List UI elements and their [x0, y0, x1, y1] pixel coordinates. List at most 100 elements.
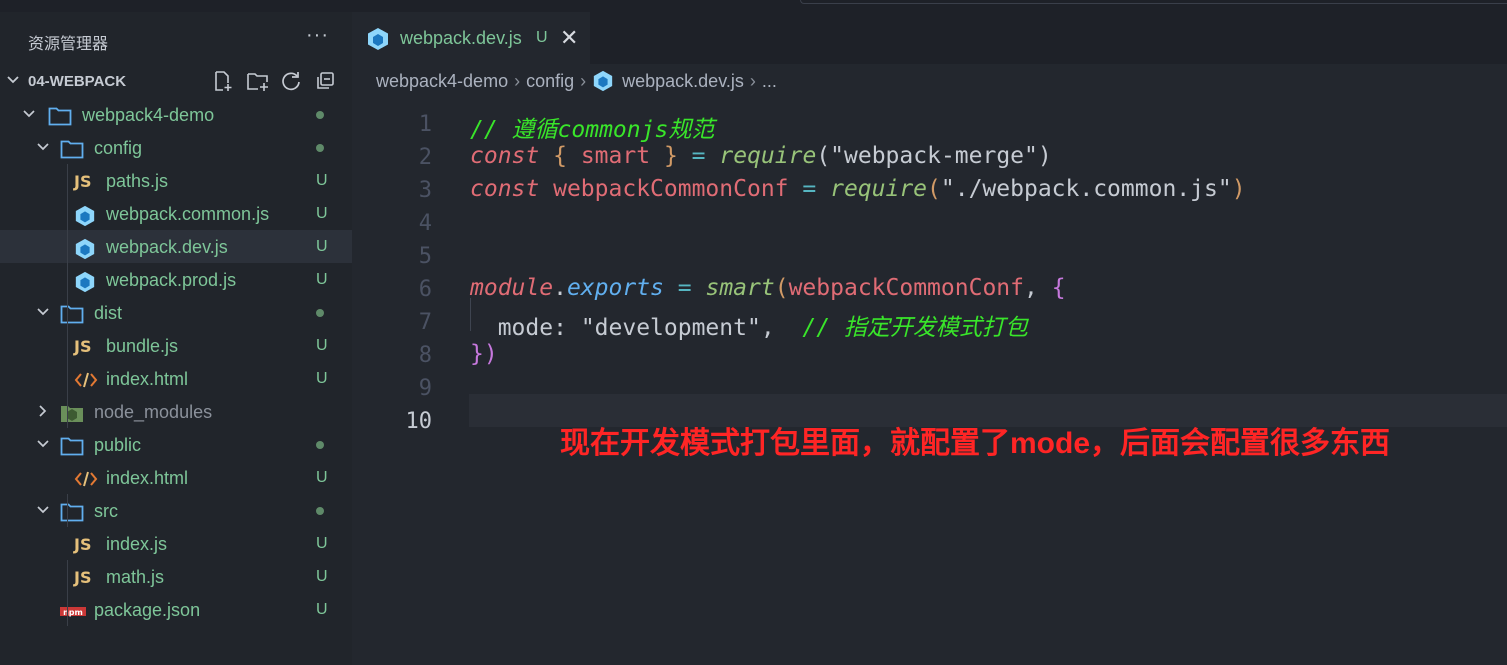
chevron-right-icon: ›: [514, 70, 521, 91]
code-argument: webpackCommonConf: [788, 275, 1024, 301]
chevron-down-icon[interactable]: [36, 140, 50, 154]
breadcrumb-folder[interactable]: config: [526, 71, 574, 92]
chevron-right-icon: ›: [580, 70, 587, 91]
editor-area: webpack.dev.js U ✕ webpack4-demo › config ›…: [352, 12, 1507, 665]
title-strip: [0, 0, 1507, 12]
indent-guide: [67, 362, 68, 428]
code-operator: =: [677, 275, 692, 301]
git-status-badge: U: [316, 238, 328, 255]
git-status-badge: U: [316, 337, 328, 354]
line-number: 9: [418, 376, 432, 401]
tree-item-label: node_modules: [94, 402, 213, 422]
code-line-3: const webpackCommonConf = require("./web…: [470, 176, 1246, 202]
code-line-2: const { smart } = require("webpack-merge…: [470, 143, 1052, 169]
code-variable: smart: [580, 143, 651, 169]
breadcrumb-file[interactable]: webpack.dev.js: [592, 70, 744, 92]
code-string: "webpack-merge": [830, 143, 1038, 169]
tree-folder[interactable]: src: [0, 494, 352, 527]
tree-item-label: config: [94, 138, 143, 158]
code-function: require: [719, 143, 817, 169]
tab-status: U: [536, 29, 548, 46]
breadcrumb: webpack4-demo › config › webpack.dev.js ›...: [376, 70, 777, 92]
file-tree: webpack4-demo config JS paths.js Uwebpack.co…: [0, 98, 352, 626]
folder-icon: [60, 139, 84, 159]
folder-icon: [60, 502, 84, 522]
tree-file[interactable]: JS bundle.js U: [0, 329, 352, 362]
tree-folder[interactable]: config: [0, 131, 352, 164]
code-object: module: [470, 275, 554, 301]
tree-file[interactable]: npm package.json U: [0, 593, 352, 626]
line-number-current: 10: [405, 409, 433, 434]
line-number: 8: [418, 343, 432, 368]
breadcrumb-root[interactable]: webpack4-demo: [376, 71, 508, 92]
refresh-icon[interactable]: [280, 70, 302, 92]
tree-folder[interactable]: node_modules: [0, 395, 352, 428]
folder-icon: [48, 106, 72, 126]
new-file-icon[interactable]: [212, 70, 234, 92]
command-center-edge: [800, 0, 1507, 4]
chevron-down-icon[interactable]: [36, 437, 50, 451]
javascript-icon: JS: [74, 172, 92, 191]
tree-folder[interactable]: dist: [0, 296, 352, 329]
modified-dot: [316, 144, 324, 152]
new-folder-icon[interactable]: [246, 70, 268, 92]
code-dot: .: [553, 275, 567, 301]
modified-dot: [316, 309, 324, 317]
modified-dot: [316, 441, 324, 449]
chevron-down-icon[interactable]: [22, 107, 36, 121]
tree-item-label: index.html: [106, 369, 189, 389]
annotation-text: 现在开发模式打包里面，就配置了mode，后面会配置很多东西: [560, 427, 1391, 460]
collapse-all-icon[interactable]: [314, 70, 336, 92]
tree-file[interactable]: JS index.js U: [0, 527, 352, 560]
javascript-icon: JS: [74, 337, 92, 356]
code-brace: {: [1051, 275, 1066, 301]
line-number: 4: [418, 211, 432, 236]
chevron-down-icon[interactable]: [36, 305, 50, 319]
project-section-header[interactable]: 04-WEBPACK: [0, 66, 352, 96]
code-line-8: }): [470, 341, 498, 367]
chevron-right-icon[interactable]: [36, 404, 50, 418]
code-brace: }): [470, 341, 498, 367]
code-variable: webpackCommonConf: [553, 176, 789, 202]
tab-webpack-dev-js[interactable]: webpack.dev.js U ✕: [352, 12, 590, 65]
explorer-title: 资源管理器: [28, 36, 109, 53]
more-actions-icon[interactable]: ···: [306, 24, 329, 47]
chevron-right-icon: ›: [749, 70, 756, 91]
line-number: 6: [418, 277, 432, 302]
project-name: 04-WEBPACK: [28, 73, 127, 90]
code-colon: :: [553, 315, 567, 341]
tree-file[interactable]: JS math.js U: [0, 560, 352, 593]
webpack-icon: [74, 271, 96, 293]
tree-file[interactable]: index.html U: [0, 362, 352, 395]
git-status-badge: U: [316, 205, 328, 222]
tree-item-label: webpack.common.js: [106, 204, 270, 224]
tab-bar: webpack.dev.js U ✕: [352, 12, 1507, 65]
git-status-badge: U: [316, 568, 328, 585]
javascript-icon: JS: [74, 535, 92, 554]
close-icon[interactable]: ✕: [560, 25, 578, 51]
tree-file[interactable]: webpack.common.js U: [0, 197, 352, 230]
tree-item-label: webpack.prod.js: [106, 270, 237, 290]
chevron-down-icon[interactable]: [36, 503, 50, 517]
tree-file[interactable]: JS paths.js U: [0, 164, 352, 197]
tree-folder[interactable]: public: [0, 428, 352, 461]
tree-file[interactable]: index.html U: [0, 461, 352, 494]
indent-guide: [67, 494, 68, 527]
tree-item-label: package.json: [94, 600, 201, 620]
tree-item-label: webpack4-demo: [82, 105, 215, 125]
webpack-icon: [74, 238, 96, 260]
tab-label: webpack.dev.js: [400, 28, 522, 48]
javascript-icon: JS: [74, 568, 92, 587]
folder-icon: [60, 304, 84, 324]
code-comment: // 遵循commonjs规范: [470, 117, 715, 143]
tree-item-label: paths.js: [106, 171, 169, 191]
chevron-down-icon[interactable]: [5, 72, 21, 88]
tree-file[interactable]: webpack.prod.js U: [0, 263, 352, 296]
indent-guide: [67, 560, 68, 626]
tree-folder[interactable]: webpack4-demo: [0, 98, 352, 131]
breadcrumb-symbols[interactable]: ...: [762, 71, 777, 92]
code-brace: }: [663, 143, 678, 169]
html-icon: [74, 469, 98, 487]
git-status-badge: U: [316, 370, 328, 387]
tree-file[interactable]: webpack.dev.js U: [0, 230, 352, 263]
